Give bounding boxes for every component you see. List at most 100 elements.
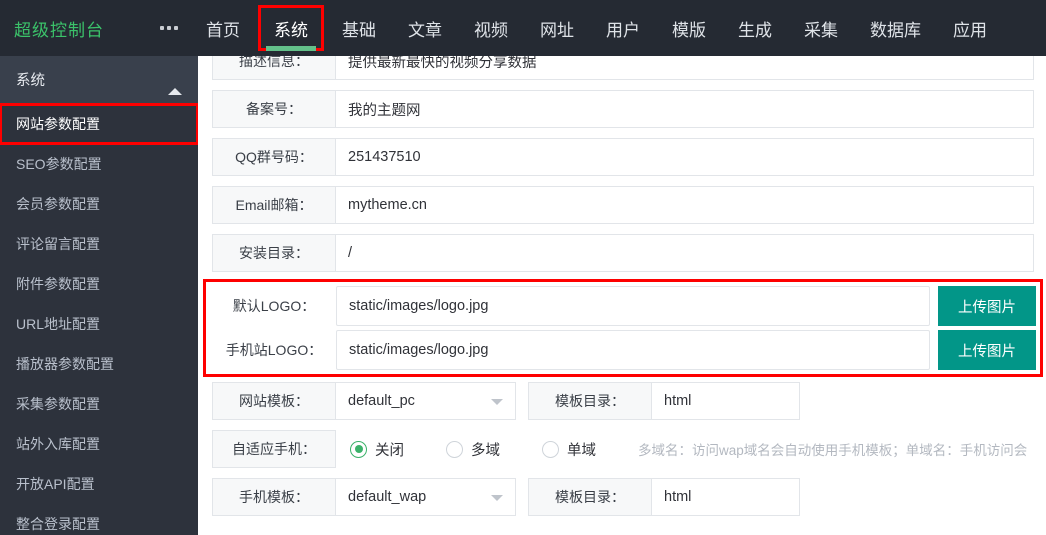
nav-item-generate[interactable]: 生成 <box>722 0 788 56</box>
icp-input[interactable]: 我的主题网 <box>336 90 1034 128</box>
nav-item-home[interactable]: 首页 <box>190 0 256 56</box>
wap-template-value: default_wap <box>348 489 426 505</box>
sidebar-item-open-api[interactable]: 开放API配置 <box>0 464 198 504</box>
sidebar: 系统 网站参数配置 SEO参数配置 会员参数配置 评论留言配置 附件参数配置 U… <box>0 56 198 535</box>
mobile-logo-upload-button[interactable]: 上传图片 <box>938 330 1036 370</box>
adaptive-option-off[interactable]: 关闭 <box>350 439 404 460</box>
nav-item-database[interactable]: 数据库 <box>854 0 937 56</box>
sidebar-item-collect-params[interactable]: 采集参数配置 <box>0 384 198 424</box>
adaptive-option-single-domain[interactable]: 单域 <box>542 439 596 460</box>
pc-template-label: 网站模板： <box>212 382 336 420</box>
adaptive-option-label: 关闭 <box>375 439 404 460</box>
wap-tpl-dir-label: 模板目录： <box>528 478 652 516</box>
email-input[interactable]: mytheme.cn <box>336 186 1034 224</box>
sidebar-item-attachment-params[interactable]: 附件参数配置 <box>0 264 198 304</box>
brand-logo[interactable]: 超级控制台 <box>0 16 148 41</box>
pc-tpl-dir-cell: 模板目录： html <box>528 382 800 420</box>
sidebar-item-external-storage[interactable]: 站外入库配置 <box>0 424 198 464</box>
chevron-down-icon[interactable] <box>491 399 503 405</box>
sidebar-item-label: 整合登录配置 <box>16 514 100 534</box>
chevron-down-icon[interactable] <box>491 495 503 501</box>
spacer <box>516 478 528 516</box>
nav-item-url[interactable]: 网址 <box>524 0 590 56</box>
nav-item-application[interactable]: 应用 <box>937 0 1003 56</box>
wap-tpl-dir-cell: 模板目录： html <box>528 478 800 516</box>
adaptive-option-multi-domain[interactable]: 多域 <box>446 439 500 460</box>
wap-template-cell: 手机模板： default_wap <box>212 478 516 516</box>
caret-up-icon[interactable] <box>168 72 182 88</box>
pc-template-cell: 网站模板： default_pc <box>212 382 516 420</box>
sidebar-item-label: 网站参数配置 <box>16 114 100 134</box>
adaptive-option-label: 单域 <box>567 439 596 460</box>
sidebar-item-seo-params[interactable]: SEO参数配置 <box>0 144 198 184</box>
field-row-description: 描述信息： 提供最新最快的视频分享数据 <box>198 56 1046 80</box>
wap-template-select[interactable]: default_wap <box>336 478 516 516</box>
default-logo-label: 默认LOGO： <box>212 286 336 326</box>
mobile-logo-input[interactable]: static/images/logo.jpg <box>336 330 930 370</box>
wap-tpl-dir-input[interactable]: html <box>652 478 800 516</box>
pc-tpl-dir-input[interactable]: html <box>652 382 800 420</box>
adaptive-hint-text: 多域名：访问wap域名会自动使用手机模板；单域名：手机访问会 <box>638 439 1027 459</box>
sidebar-item-url-params[interactable]: URL地址配置 <box>0 304 198 344</box>
top-header: 超级控制台 首页 系统 基础 文章 视频 网址 用户 模版 生成 采集 数据库 … <box>0 0 1046 56</box>
adaptive-option-label: 多域 <box>471 439 500 460</box>
nav-item-article[interactable]: 文章 <box>392 0 458 56</box>
sidebar-item-comment-params[interactable]: 评论留言配置 <box>0 224 198 264</box>
ellipsis-icon[interactable] <box>148 26 190 30</box>
nav-item-template[interactable]: 模版 <box>656 0 722 56</box>
field-row-email: Email邮箱： mytheme.cn <box>198 186 1046 224</box>
sidebar-item-label: 会员参数配置 <box>16 194 100 214</box>
field-row-adaptive: 自适应手机： 关闭 多域 单域 多域名：访问wap域名会自动使用手机模板；单域名 <box>198 430 1046 468</box>
field-row-wap-template: 手机模板： default_wap 模板目录： html <box>198 478 1046 516</box>
qq-group-label: QQ群号码： <box>212 138 336 176</box>
sidebar-item-label: 开放API配置 <box>16 474 95 494</box>
email-label: Email邮箱： <box>212 186 336 224</box>
description-label: 描述信息： <box>212 56 336 80</box>
nav-item-basic[interactable]: 基础 <box>326 0 392 56</box>
nav-item-collect[interactable]: 采集 <box>788 0 854 56</box>
radio-unselected-icon[interactable] <box>446 441 463 458</box>
admin-page: 超级控制台 首页 系统 基础 文章 视频 网址 用户 模版 生成 采集 数据库 … <box>0 0 1046 535</box>
sidebar-group-label: 系统 <box>16 69 45 90</box>
pc-template-value: default_pc <box>348 393 415 409</box>
spacer <box>516 382 528 420</box>
nav-item-video[interactable]: 视频 <box>458 0 524 56</box>
default-logo-upload-button[interactable]: 上传图片 <box>938 286 1036 326</box>
nav-item-user[interactable]: 用户 <box>590 0 656 56</box>
adaptive-radio-group: 关闭 多域 单域 多域名：访问wap域名会自动使用手机模板；单域名：手机访问会 <box>336 430 1034 468</box>
field-row-mobile-logo: 手机站LOGO： static/images/logo.jpg 上传图片 <box>206 330 1040 370</box>
sidebar-item-label: 评论留言配置 <box>16 234 100 254</box>
install-dir-label: 安装目录： <box>212 234 336 272</box>
qq-group-input[interactable]: 251437510 <box>336 138 1034 176</box>
main-content: 描述信息： 提供最新最快的视频分享数据 备案号： 我的主题网 QQ群号码： 25… <box>198 56 1046 535</box>
sidebar-item-label: 附件参数配置 <box>16 274 100 294</box>
default-logo-input[interactable]: static/images/logo.jpg <box>336 286 930 326</box>
radio-selected-icon[interactable] <box>350 441 367 458</box>
sidebar-item-label: 播放器参数配置 <box>16 354 114 374</box>
sidebar-item-player-params[interactable]: 播放器参数配置 <box>0 344 198 384</box>
logo-settings-group: 默认LOGO： static/images/logo.jpg 上传图片 手机站L… <box>206 282 1040 374</box>
sidebar-group-system[interactable]: 系统 <box>0 56 198 104</box>
sidebar-item-site-params[interactable]: 网站参数配置 <box>0 104 198 144</box>
sidebar-item-unified-login[interactable]: 整合登录配置 <box>0 504 198 535</box>
field-row-pc-template: 网站模板： default_pc 模板目录： html <box>198 382 1046 420</box>
sidebar-item-label: 采集参数配置 <box>16 394 100 414</box>
adaptive-label: 自适应手机： <box>212 430 336 468</box>
description-input[interactable]: 提供最新最快的视频分享数据 <box>336 56 1034 80</box>
field-row-install-dir: 安装目录： / <box>198 234 1046 272</box>
top-nav: 首页 系统 基础 文章 视频 网址 用户 模版 生成 采集 数据库 应用 <box>190 0 1003 56</box>
wap-template-label: 手机模板： <box>212 478 336 516</box>
nav-item-system[interactable]: 系统 <box>258 5 324 51</box>
settings-form: 描述信息： 提供最新最快的视频分享数据 备案号： 我的主题网 QQ群号码： 25… <box>198 56 1046 526</box>
field-row-qq-group: QQ群号码： 251437510 <box>198 138 1046 176</box>
sidebar-item-label: SEO参数配置 <box>16 154 102 174</box>
install-dir-input[interactable]: / <box>336 234 1034 272</box>
icp-label: 备案号： <box>212 90 336 128</box>
sidebar-item-label: URL地址配置 <box>16 314 100 334</box>
pc-template-select[interactable]: default_pc <box>336 382 516 420</box>
field-row-icp: 备案号： 我的主题网 <box>198 90 1046 128</box>
radio-unselected-icon[interactable] <box>542 441 559 458</box>
sidebar-item-label: 站外入库配置 <box>16 434 100 454</box>
sidebar-item-member-params[interactable]: 会员参数配置 <box>0 184 198 224</box>
pc-tpl-dir-label: 模板目录： <box>528 382 652 420</box>
